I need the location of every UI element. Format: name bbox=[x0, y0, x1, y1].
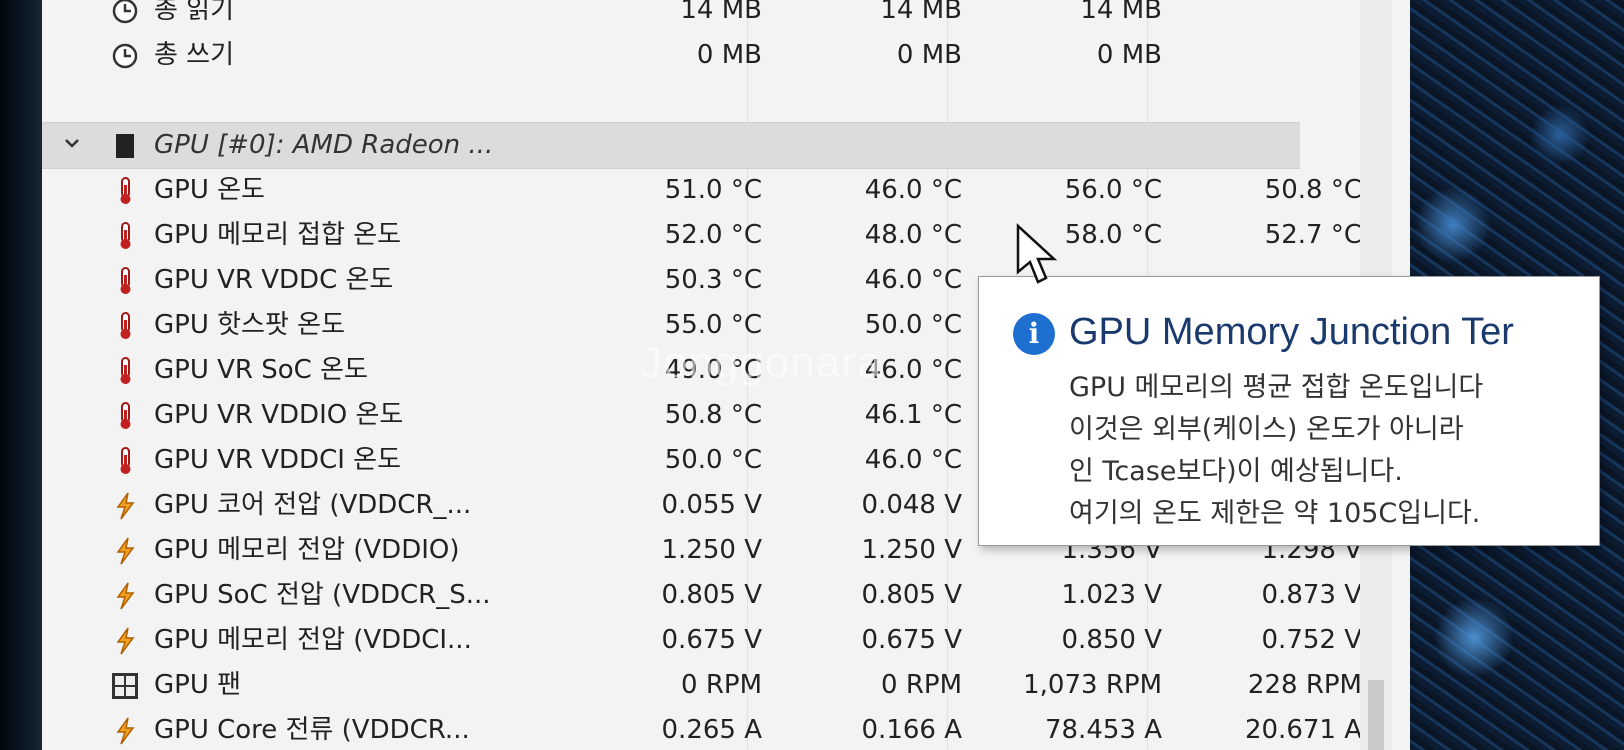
avg-value: 228 RPM bbox=[1247, 670, 1362, 700]
avg-value: 0.752 V bbox=[1261, 625, 1362, 655]
scrollbar-thumb[interactable] bbox=[1368, 680, 1384, 750]
current-value: 14 MB bbox=[680, 0, 762, 25]
sensor-label: GPU VR VDDC 온도 bbox=[154, 265, 394, 295]
max-value: 1.023 V bbox=[1061, 580, 1162, 610]
min-value: 0.805 V bbox=[861, 580, 962, 610]
mouse-cursor-icon bbox=[1016, 223, 1058, 284]
current-value: 50.0 °C bbox=[664, 445, 762, 475]
min-value: 0.166 A bbox=[861, 715, 962, 745]
tooltip-line: 인 Tcase보다)이 예상됩니다. bbox=[1069, 456, 1403, 487]
sensor-label: GPU 온도 bbox=[154, 175, 265, 205]
min-value: 0 RPM bbox=[881, 670, 962, 700]
voltage-icon bbox=[116, 582, 135, 610]
sensor-label: GPU 메모리 전압 (VDDCI... bbox=[154, 625, 472, 655]
min-value: 46.0 °C bbox=[864, 265, 962, 295]
min-value: 0.675 V bbox=[861, 625, 962, 655]
sensor-row-gpu-memory-voltage-vddci[interactable]: GPU 메모리 전압 (VDDCI... 0.675 V 0.675 V 0.8… bbox=[42, 618, 1410, 663]
chevron-down-icon[interactable] bbox=[64, 135, 80, 151]
sensor-label: GPU 메모리 접합 온도 bbox=[154, 220, 402, 250]
sensor-label: 총 쓰기 bbox=[154, 40, 235, 70]
thermometer-icon bbox=[120, 222, 131, 249]
sensor-label: GPU VR VDDCI 온도 bbox=[154, 445, 401, 475]
sensor-row-gpu-memory-junction-temp[interactable]: GPU 메모리 접합 온도 52.0 °C 48.0 °C 58.0 °C 52… bbox=[42, 213, 1410, 258]
avg-value: 0.873 V bbox=[1261, 580, 1362, 610]
sensor-label: GPU 팬 bbox=[154, 670, 242, 700]
current-value: 50.8 °C bbox=[664, 400, 762, 430]
tooltip-line: GPU 메모리의 평균 접합 온도입니다 bbox=[1069, 372, 1484, 403]
gpu-group-header[interactable]: GPU [#0]: AMD Radeon ... bbox=[42, 122, 1300, 169]
avg-value: 20.671 A bbox=[1244, 715, 1362, 745]
sensor-label: GPU 핫스팟 온도 bbox=[154, 310, 345, 340]
sensor-label: GPU 메모리 전압 (VDDIO) bbox=[154, 535, 460, 565]
sensor-label: GPU Core 전류 (VDDCR... bbox=[154, 715, 470, 745]
sensor-row-gpu-temp[interactable]: GPU 온도 51.0 °C 46.0 °C 56.0 °C 50.8 °C bbox=[42, 168, 1410, 213]
tooltip-line: 여기의 온도 제한은 약 105C입니다. bbox=[1069, 498, 1481, 529]
thermometer-icon bbox=[120, 267, 131, 294]
sensor-row-gpu-fan[interactable]: GPU 팬 0 RPM 0 RPM 1,073 RPM 228 RPM bbox=[42, 663, 1410, 708]
voltage-icon bbox=[116, 492, 135, 520]
gpu-group-label: GPU [#0]: AMD Radeon ... bbox=[154, 130, 494, 160]
avg-value: 52.7 °C bbox=[1264, 220, 1362, 250]
sensor-label: GPU VR SoC 온도 bbox=[154, 355, 368, 385]
current-value: 0.805 V bbox=[661, 580, 762, 610]
current-value: 51.0 °C bbox=[664, 175, 762, 205]
min-value: 14 MB bbox=[880, 0, 962, 25]
max-value: 0 MB bbox=[1096, 40, 1162, 70]
avg-value: 50.8 °C bbox=[1264, 175, 1362, 205]
min-value: 1.250 V bbox=[861, 535, 962, 565]
sensor-row-gpu-soc-voltage[interactable]: GPU SoC 전압 (VDDCR_S... 0.805 V 0.805 V 1… bbox=[42, 573, 1410, 618]
voltage-icon bbox=[116, 627, 135, 655]
desktop-edge bbox=[0, 0, 42, 750]
gpu-chip-icon bbox=[116, 134, 134, 158]
min-value: 46.0 °C bbox=[864, 175, 962, 205]
thermometer-icon bbox=[120, 402, 131, 429]
max-value: 78.453 A bbox=[1044, 715, 1162, 745]
clock-icon bbox=[112, 43, 138, 69]
fan-icon bbox=[112, 673, 138, 699]
watermark: Jonggonara bbox=[640, 338, 883, 387]
current-value: 0 RPM bbox=[681, 670, 762, 700]
thermometer-icon bbox=[120, 357, 131, 384]
current-value: 0 MB bbox=[696, 40, 762, 70]
max-value: 1,073 RPM bbox=[1023, 670, 1162, 700]
sensor-label: GPU SoC 전압 (VDDCR_S... bbox=[154, 580, 491, 610]
info-icon: i bbox=[1013, 313, 1055, 355]
thermometer-icon bbox=[120, 177, 131, 204]
current-value: 0.055 V bbox=[661, 490, 762, 520]
current-value: 1.250 V bbox=[661, 535, 762, 565]
min-value: 0 MB bbox=[896, 40, 962, 70]
sensor-row-gpu-core-current[interactable]: GPU Core 전류 (VDDCR... 0.265 A 0.166 A 78… bbox=[42, 708, 1410, 750]
sensor-label: GPU 코어 전압 (VDDCR_... bbox=[154, 490, 472, 520]
tooltip-title: GPU Memory Junction Ter bbox=[1069, 311, 1514, 353]
max-value: 56.0 °C bbox=[1064, 175, 1162, 205]
max-value: 14 MB bbox=[1080, 0, 1162, 25]
clock-icon bbox=[112, 0, 138, 24]
sensor-row-total-write[interactable]: 총 쓰기 0 MB 0 MB 0 MB bbox=[42, 33, 1410, 78]
current-value: 0.265 A bbox=[661, 715, 762, 745]
current-value: 0.675 V bbox=[661, 625, 762, 655]
voltage-icon bbox=[116, 537, 135, 565]
thermometer-icon bbox=[120, 312, 131, 339]
tooltip-line: 이것은 외부(케이스) 온도가 아니라 bbox=[1069, 414, 1464, 445]
max-value: 0.850 V bbox=[1061, 625, 1162, 655]
current-value: 50.3 °C bbox=[664, 265, 762, 295]
tooltip: i GPU Memory Junction Ter GPU 메모리의 평균 접합… bbox=[978, 276, 1600, 546]
min-value: 46.0 °C bbox=[864, 445, 962, 475]
sensor-label: GPU VR VDDIO 온도 bbox=[154, 400, 404, 430]
min-value: 48.0 °C bbox=[864, 220, 962, 250]
sensor-label: 총 읽기 bbox=[154, 0, 235, 25]
min-value: 0.048 V bbox=[861, 490, 962, 520]
current-icon bbox=[116, 717, 135, 745]
min-value: 46.1 °C bbox=[864, 400, 962, 430]
thermometer-icon bbox=[120, 447, 131, 474]
sensor-row-total-read[interactable]: 총 읽기 14 MB 14 MB 14 MB bbox=[42, 0, 1410, 33]
current-value: 52.0 °C bbox=[664, 220, 762, 250]
